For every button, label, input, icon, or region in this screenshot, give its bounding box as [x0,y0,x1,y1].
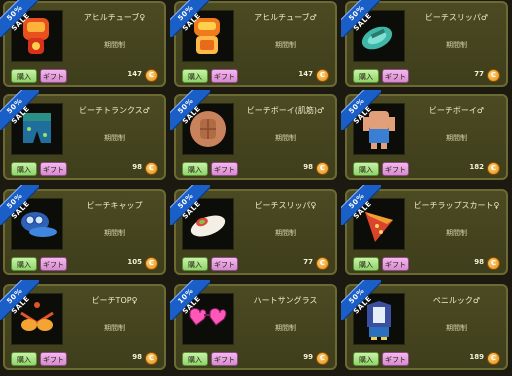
item-price: 189 [469,353,484,361]
item-period: 期間制 [446,134,467,142]
item-name: ビーチトランクス♂ [79,106,150,115]
buy-button[interactable]: 購入 [353,69,379,83]
item-period: 期間制 [446,324,467,332]
item-period: 期間制 [104,229,125,237]
buy-button[interactable]: 購入 [11,257,37,271]
gift-button[interactable]: ギフト [40,352,67,366]
coin-icon: C [487,69,500,82]
item-name: ビーチTOP♀ [91,296,138,305]
item-price: 98 [474,258,484,266]
item-name: ビーチラップスカート♀ [413,201,500,210]
item-period: 期間制 [275,229,296,237]
item-price: 98 [132,163,142,171]
item-name: ペニルック♂ [432,296,481,305]
item-card: 50% SALE ビーチラップスカート♀ 期間制 購入 ギフト 98 C [341,185,508,275]
item-name: アヒルチューブ♂ [254,13,317,22]
item-name: アヒルチューブ♀ [83,13,146,22]
item-card: 50% SALE ビーチスリッパ♀ 期間制 購入 ギフト 77 C [170,185,337,275]
gift-button[interactable]: ギフト [382,162,409,176]
gift-button[interactable]: ギフト [382,352,409,366]
coin-icon: C [316,162,329,175]
buy-button[interactable]: 購入 [353,257,379,271]
sale-ribbon: 50% SALE [341,280,381,320]
coin-icon: C [487,352,500,365]
item-name: ビーチキャップ [86,201,143,210]
coin-icon: C [145,257,158,270]
item-period: 期間制 [275,41,296,49]
item-price: 105 [127,258,142,266]
coin-icon: C [487,257,500,270]
item-price: 98 [303,163,313,171]
buy-button[interactable]: 購入 [353,162,379,176]
item-period: 期間制 [275,134,296,142]
coin-icon: C [145,352,158,365]
buy-button[interactable]: 購入 [353,352,379,366]
item-period: 期間制 [104,134,125,142]
sale-ribbon: 50% SALE [170,185,210,225]
sale-ribbon: 50% SALE [170,0,210,37]
item-name: ビーチスリッパ♂ [424,13,489,22]
item-price: 147 [127,70,142,78]
gift-button[interactable]: ギフト [211,257,238,271]
sale-ribbon: 50% SALE [0,185,39,225]
item-shop-grid: 50% SALE アヒルチューブ♀ 期間制 購入 ギフト 147 C 50% SAL… [0,0,512,376]
item-card: 10% SALE ハートサングラス 期間制 購入 ギフト 99 C [170,280,337,370]
sale-ribbon: 10% SALE [170,280,210,320]
coin-icon: C [316,257,329,270]
buy-button[interactable]: 購入 [182,69,208,83]
item-price: 182 [469,163,484,171]
gift-button[interactable]: ギフト [40,69,67,83]
coin-icon: C [487,162,500,175]
gift-button[interactable]: ギフト [40,257,67,271]
item-card: 50% SALE ビーチトランクス♂ 期間制 購入 ギフト 98 C [0,90,166,180]
buy-button[interactable]: 購入 [182,257,208,271]
item-name: ビーチボーイ♂ [428,106,485,115]
buy-button[interactable]: 購入 [182,162,208,176]
buy-button[interactable]: 購入 [11,352,37,366]
gift-button[interactable]: ギフト [211,352,238,366]
sale-ribbon: 50% SALE [341,90,381,130]
item-period: 期間制 [275,324,296,332]
item-price: 147 [298,70,313,78]
buy-button[interactable]: 購入 [182,352,208,366]
item-price: 98 [132,353,142,361]
gift-button[interactable]: ギフト [40,162,67,176]
item-period: 期間制 [104,41,125,49]
buy-button[interactable]: 購入 [11,162,37,176]
item-card: 50% SALE アヒルチューブ♂ 期間制 購入 ギフト 147 C [170,0,337,87]
gift-button[interactable]: ギフト [382,257,409,271]
gift-button[interactable]: ギフト [211,69,238,83]
item-card: 50% SALE ペニルック♂ 期間制 購入 ギフト 189 C [341,280,508,370]
gift-button[interactable]: ギフト [382,69,409,83]
sale-ribbon: 50% SALE [0,90,39,130]
item-price: 99 [303,353,313,361]
item-card: 50% SALE ビーチキャップ 期間制 購入 ギフト 105 C [0,185,166,275]
sale-ribbon: 50% SALE [0,0,39,37]
coin-icon: C [145,162,158,175]
coin-icon: C [316,352,329,365]
sale-ribbon: 50% SALE [341,0,381,37]
item-name: ビーチボーイ(肌筋)♂ [246,106,325,115]
sale-ribbon: 50% SALE [170,90,210,130]
item-card: 50% SALE ビーチスリッパ♂ 期間制 購入 ギフト 77 C [341,0,508,87]
item-card: 50% SALE ビーチTOP♀ 期間制 購入 ギフト 98 C [0,280,166,370]
item-price: 77 [303,258,313,266]
item-period: 期間制 [446,229,467,237]
sale-ribbon: 50% SALE [0,280,39,320]
item-period: 期間制 [104,324,125,332]
gift-button[interactable]: ギフト [211,162,238,176]
coin-icon: C [316,69,329,82]
sale-ribbon: 50% SALE [341,185,381,225]
coin-icon: C [145,69,158,82]
item-name: ハートサングラス [253,296,318,305]
item-price: 77 [474,70,484,78]
item-card: 50% SALE ビーチボーイ(肌筋)♂ 期間制 購入 ギフト 98 C [170,90,337,180]
item-card: 50% SALE アヒルチューブ♀ 期間制 購入 ギフト 147 C [0,0,166,87]
item-period: 期間制 [446,41,467,49]
buy-button[interactable]: 購入 [11,69,37,83]
item-name: ビーチスリッパ♀ [254,201,317,210]
item-card: 50% SALE ビーチボーイ♂ 期間制 購入 ギフト 182 C [341,90,508,180]
